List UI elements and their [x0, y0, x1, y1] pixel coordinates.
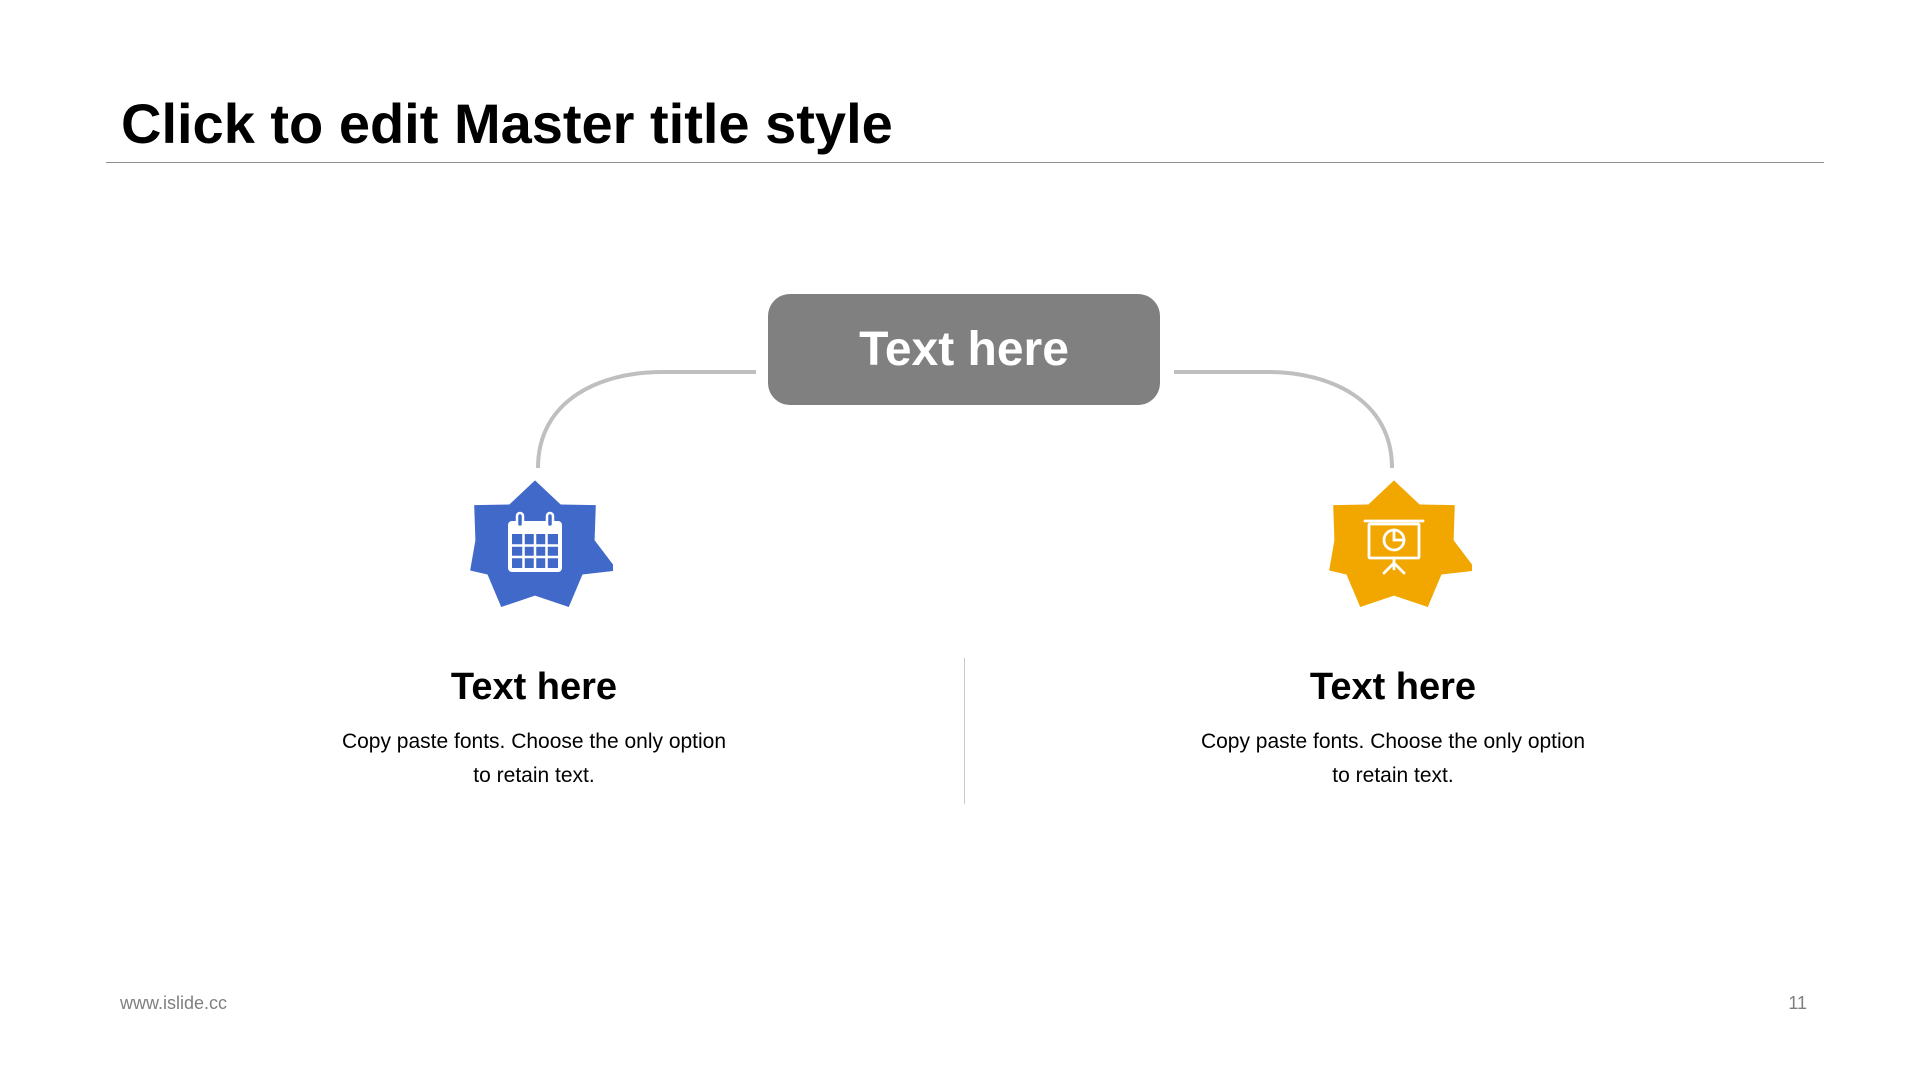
item-heading-right: Text here [1309, 666, 1477, 708]
connector-left [536, 370, 756, 469]
center-node: Text here [768, 294, 1160, 405]
item-badge-right [1316, 466, 1472, 622]
item-description-right: Copy paste fonts. Choose the only option… [1200, 730, 1586, 787]
calendar-icon [508, 511, 562, 572]
item-badge-left [457, 466, 613, 622]
connector-lines [536, 370, 1394, 469]
page-number: 11 [1788, 993, 1807, 1013]
vertical-divider [964, 658, 965, 804]
star-shape-right [1329, 480, 1472, 608]
item-heading-left: Text here [450, 666, 618, 708]
center-node-label: Text here [859, 323, 1069, 376]
connector-right [1174, 370, 1394, 469]
footer-url: www.islide.cc [120, 993, 228, 1013]
item-description-left: Copy paste fonts. Choose the only option… [341, 730, 727, 787]
